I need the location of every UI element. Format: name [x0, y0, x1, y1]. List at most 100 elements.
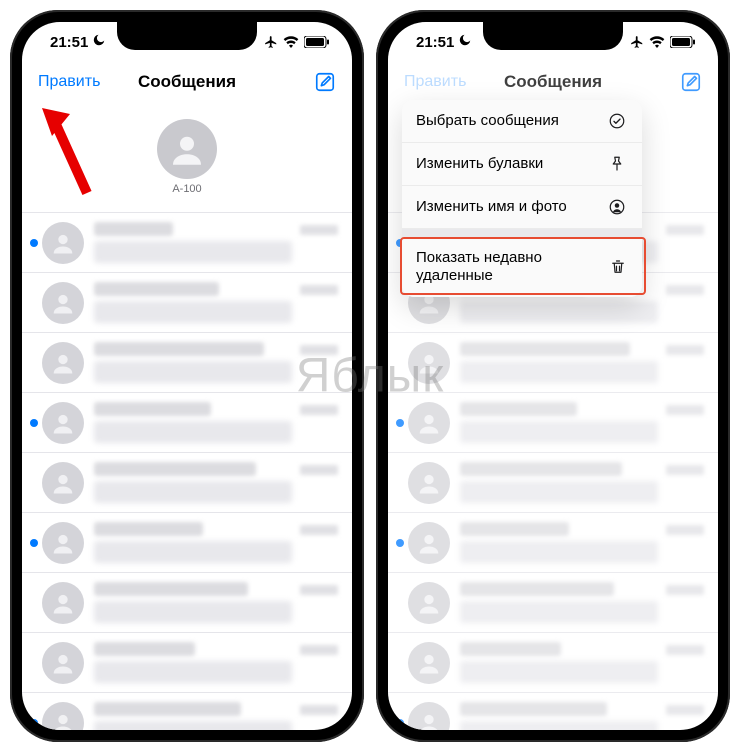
row-time-redacted — [666, 405, 704, 415]
row-time-redacted — [666, 345, 704, 355]
unread-dot — [30, 539, 38, 547]
avatar — [42, 642, 84, 684]
avatar — [408, 522, 450, 564]
row-title-redacted — [94, 222, 173, 236]
row-preview-redacted — [460, 661, 658, 683]
row-title-redacted — [94, 342, 264, 356]
conversation-row[interactable] — [388, 573, 718, 633]
row-preview-redacted — [460, 481, 658, 503]
compose-button[interactable] — [314, 71, 336, 93]
notch — [483, 22, 623, 50]
avatar — [408, 582, 450, 624]
battery-icon — [304, 36, 330, 48]
edit-button[interactable]: Править — [404, 73, 466, 91]
unread-dot — [30, 419, 38, 427]
row-time-redacted — [300, 465, 338, 475]
row-body — [460, 702, 658, 730]
conversation-row[interactable] — [22, 393, 352, 453]
wifi-icon — [283, 36, 299, 48]
row-body — [94, 402, 292, 443]
avatar — [408, 342, 450, 384]
row-body — [94, 462, 292, 503]
row-title-redacted — [94, 402, 211, 416]
menu-select-messages[interactable]: Выбрать сообщения — [402, 100, 642, 143]
conversation-row[interactable] — [388, 693, 718, 730]
row-time-redacted — [666, 465, 704, 475]
avatar — [408, 702, 450, 731]
menu-item-label: Выбрать сообщения — [416, 112, 559, 130]
conversation-row[interactable] — [22, 453, 352, 513]
conversation-row[interactable] — [22, 573, 352, 633]
row-title-redacted — [460, 642, 561, 656]
row-preview-redacted — [94, 661, 292, 683]
row-body — [94, 222, 292, 263]
edit-button[interactable]: Править — [38, 73, 100, 91]
conversation-row[interactable] — [22, 213, 352, 273]
row-title-redacted — [94, 462, 256, 476]
avatar — [408, 402, 450, 444]
conversation-row[interactable] — [388, 633, 718, 693]
person-circle-icon — [606, 198, 628, 216]
unread-dot — [30, 719, 38, 727]
row-preview-redacted — [94, 541, 292, 563]
airplane-mode-icon — [630, 35, 644, 49]
row-body — [94, 282, 292, 323]
conversation-row[interactable] — [22, 633, 352, 693]
conversation-list[interactable] — [22, 212, 352, 730]
conversation-row[interactable] — [388, 333, 718, 393]
avatar — [42, 282, 84, 324]
row-time-redacted — [300, 345, 338, 355]
status-time: 21:51 — [416, 34, 454, 51]
row-title-redacted — [460, 462, 622, 476]
row-body — [460, 402, 658, 443]
phone-frame-left: 21:51 Править Сообщения — [10, 10, 364, 742]
notch — [117, 22, 257, 50]
conversation-row[interactable] — [22, 693, 352, 730]
row-body — [460, 582, 658, 623]
row-title-redacted — [460, 342, 630, 356]
row-time-redacted — [300, 225, 338, 235]
unread-dot — [396, 719, 404, 727]
navbar: Править Сообщения — [22, 62, 352, 102]
avatar — [42, 582, 84, 624]
row-preview-redacted — [94, 421, 292, 443]
menu-edit-pins[interactable]: Изменить булавки — [402, 143, 642, 186]
screen-left: 21:51 Править Сообщения — [22, 22, 352, 730]
row-preview-redacted — [460, 721, 658, 730]
row-preview-redacted — [94, 361, 292, 383]
pinned-contact[interactable]: A-100 — [22, 102, 352, 212]
airplane-mode-icon — [264, 35, 278, 49]
unread-dot — [396, 539, 404, 547]
edit-context-menu: Выбрать сообщения Изменить булавки Измен… — [402, 100, 642, 297]
row-body — [94, 522, 292, 563]
conversation-row[interactable] — [388, 513, 718, 573]
page-title: Сообщения — [138, 72, 236, 92]
avatar — [408, 642, 450, 684]
avatar — [42, 402, 84, 444]
row-time-redacted — [300, 705, 338, 715]
trash-icon — [609, 258, 628, 276]
conversation-row[interactable] — [22, 513, 352, 573]
pinned-name: A-100 — [172, 183, 201, 195]
conversation-row[interactable] — [22, 333, 352, 393]
row-body — [94, 342, 292, 383]
row-title-redacted — [94, 522, 203, 536]
row-title-redacted — [460, 582, 614, 596]
checkmark-circle-icon — [606, 112, 628, 130]
row-preview-redacted — [94, 721, 292, 730]
avatar — [408, 462, 450, 504]
compose-button[interactable] — [680, 71, 702, 93]
menu-show-recently-deleted[interactable]: Показать недавно удаленные — [402, 237, 642, 297]
unread-dot — [396, 419, 404, 427]
screen-right: 21:51 Править Сообщения — [388, 22, 718, 730]
focus-moon-icon — [458, 33, 472, 51]
avatar — [42, 462, 84, 504]
unread-dot — [30, 239, 38, 247]
conversation-row[interactable] — [388, 453, 718, 513]
row-time-redacted — [666, 225, 704, 235]
conversation-row[interactable] — [22, 273, 352, 333]
row-time-redacted — [666, 705, 704, 715]
conversation-row[interactable] — [388, 393, 718, 453]
menu-edit-name-photo[interactable]: Изменить имя и фото — [402, 186, 642, 229]
avatar — [42, 222, 84, 264]
